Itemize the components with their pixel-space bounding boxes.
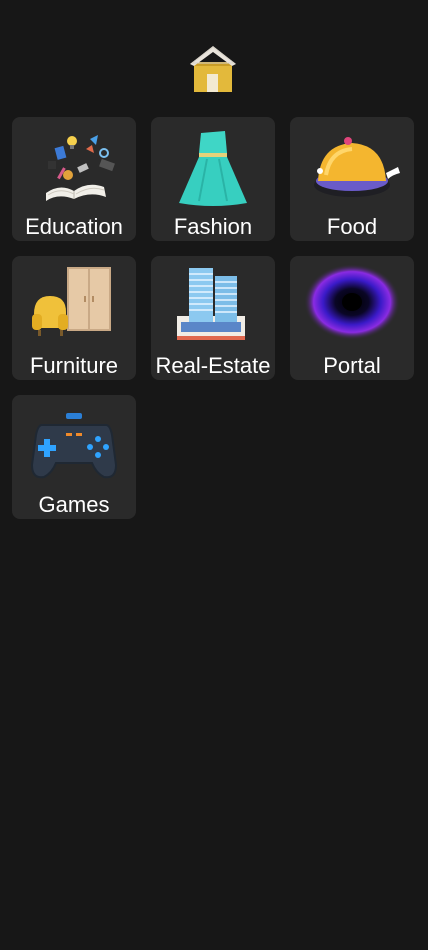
tile-food[interactable]: Food [290,117,414,241]
games-icon [30,413,118,479]
tile-furniture[interactable]: Furniture [12,256,136,380]
education-icon [46,135,115,201]
portal-icon [304,264,400,340]
home-button[interactable] [190,44,236,94]
tile-label: Education [25,214,123,239]
tile-label: Real-Estate [155,353,271,378]
home-icon [190,46,236,92]
fashion-icon [179,131,247,206]
tile-portal[interactable]: Portal [290,256,414,380]
furniture-icon [32,267,111,336]
tile-label: Food [326,214,378,239]
tile-fashion[interactable]: Fashion [151,117,275,241]
real-estate-icon [177,268,245,340]
tile-real-estate[interactable]: Real-Estate [151,256,275,380]
tile-label: Games [38,492,110,517]
tile-games[interactable]: Games [12,395,136,519]
tile-education[interactable]: Education [12,117,136,241]
food-icon [314,137,400,197]
tile-label: Fashion [173,214,253,239]
tile-label: Furniture [29,353,119,378]
tile-label: Portal [323,353,381,378]
